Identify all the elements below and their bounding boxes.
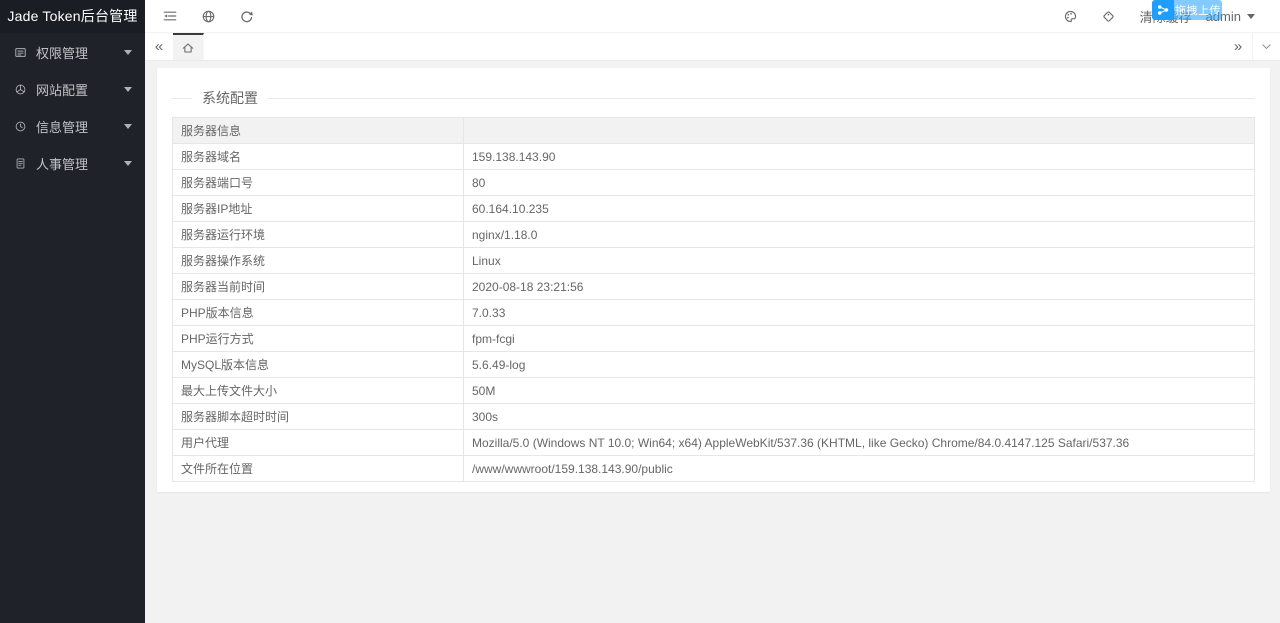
menu-fold-button[interactable] [151, 0, 189, 32]
sidebar-menu: 权限管理 网站配置 信息管理 人事管理 [0, 33, 145, 182]
config-value: 2020-08-18 23:21:56 [463, 273, 1255, 300]
table-row: PHP运行方式 fpm-fcgi [172, 325, 1255, 352]
table-row: 文件所在位置 /www/wwwroot/159.138.143.90/publi… [172, 455, 1255, 482]
table-row: MySQL版本信息 5.6.49-log [172, 351, 1255, 378]
drag-upload-label: 拖拽上传 [1174, 0, 1222, 20]
config-label: 服务器端口号 [172, 169, 464, 196]
config-label: 文件所在位置 [172, 455, 464, 482]
clock-icon [14, 120, 27, 133]
tag-button[interactable] [1090, 0, 1128, 32]
server-info-table: 服务器信息 服务器域名 159.138.143.90 服务器端口号 80 服务器… [172, 117, 1255, 482]
field-legend: 系统配置 [172, 88, 1255, 108]
config-value: Linux [463, 247, 1255, 274]
table-row: 服务器运行环境 nginx/1.18.0 [172, 221, 1255, 248]
config-value: fpm-fcgi [463, 325, 1255, 352]
sidebar-item-label: 权限管理 [36, 46, 89, 61]
config-label: 服务器当前时间 [172, 273, 464, 300]
sidebar: Jade Token后台管理 权限管理 网站配置 信息管理 人事管理 [0, 0, 145, 623]
theme-button[interactable] [1052, 0, 1090, 32]
config-value: 50M [463, 377, 1255, 404]
table-row: PHP版本信息 7.0.33 [172, 299, 1255, 326]
chevron-down-icon [124, 161, 132, 166]
chevron-down-icon [124, 87, 132, 92]
tag-icon [1103, 10, 1114, 22]
tabs-menu-button[interactable] [1252, 33, 1280, 60]
share-nodes-icon [1152, 0, 1174, 20]
config-table-body: 服务器信息 服务器域名 159.138.143.90 服务器端口号 80 服务器… [172, 117, 1255, 482]
config-value: 80 [463, 169, 1255, 196]
config-label: 用户代理 [172, 429, 464, 456]
table-row: 服务器端口号 80 [172, 169, 1255, 196]
config-label: MySQL版本信息 [172, 351, 464, 378]
top-toolbar: 清除缓存 admin 拖拽上传 [145, 0, 1280, 33]
document-icon [14, 157, 27, 170]
sidebar-item-label: 信息管理 [36, 120, 89, 135]
sidebar-item-label: 人事管理 [36, 157, 89, 172]
config-label: 服务器域名 [172, 143, 464, 170]
globe-button[interactable] [189, 0, 227, 32]
console-icon [14, 46, 27, 59]
refresh-icon [240, 10, 253, 22]
chevron-down-icon [1262, 44, 1271, 49]
legend-line-right [268, 97, 1255, 99]
config-value: /www/wwwroot/159.138.143.90/public [463, 455, 1255, 482]
sidebar-item-label: 网站配置 [36, 83, 89, 98]
drag-upload-widget[interactable]: 拖拽上传 [1152, 0, 1222, 20]
config-label: 服务器运行环境 [172, 221, 464, 248]
config-label: PHP版本信息 [172, 299, 464, 326]
config-label: 服务器IP地址 [172, 195, 464, 222]
chevron-down-icon [124, 124, 132, 129]
page-title: 系统配置 [202, 90, 258, 106]
table-row: 服务器脚本超时时间 300s [172, 403, 1255, 430]
table-row: 服务器域名 159.138.143.90 [172, 143, 1255, 170]
sidebar-item-info[interactable]: 信息管理 [0, 108, 145, 145]
system-config-card: 系统配置 服务器信息 服务器域名 159.138.143.90 服务器端口号 8… [157, 68, 1270, 492]
table-row: 服务器操作系统 Linux [172, 247, 1255, 274]
website-icon [14, 83, 27, 96]
tab-strip-spacer [204, 33, 1224, 60]
table-row: 用户代理 Mozilla/5.0 (Windows NT 10.0; Win64… [172, 429, 1255, 456]
content-area: 系统配置 服务器信息 服务器域名 159.138.143.90 服务器端口号 8… [145, 61, 1280, 623]
palette-icon [1065, 10, 1077, 22]
config-label: PHP运行方式 [172, 325, 464, 352]
table-section-row: 服务器信息 [172, 117, 1255, 144]
config-label: 最大上传文件大小 [172, 377, 464, 404]
config-value: 300s [463, 403, 1255, 430]
chevron-down-icon [1247, 13, 1255, 19]
globe-icon [202, 10, 214, 22]
config-value: nginx/1.18.0 [463, 221, 1255, 248]
config-label: 服务器操作系统 [172, 247, 464, 274]
sidebar-item-hr[interactable]: 人事管理 [0, 145, 145, 182]
config-label: 服务器脚本超时时间 [172, 403, 464, 430]
config-value: 60.164.10.235 [463, 195, 1255, 222]
table-row: 服务器当前时间 2020-08-18 23:21:56 [172, 273, 1255, 300]
table-section-header-spacer [463, 117, 1255, 144]
table-section-header: 服务器信息 [172, 117, 464, 144]
table-row: 最大上传文件大小 50M [172, 377, 1255, 404]
menu-fold-icon [163, 11, 177, 21]
config-value: 7.0.33 [463, 299, 1255, 326]
sidebar-item-permissions[interactable]: 权限管理 [0, 34, 145, 71]
sidebar-item-site-config[interactable]: 网站配置 [0, 71, 145, 108]
home-icon [182, 42, 194, 53]
tab-bar: « » [145, 33, 1280, 61]
config-value: 5.6.49-log [463, 351, 1255, 378]
config-value: 159.138.143.90 [463, 143, 1255, 170]
chevron-down-icon [124, 50, 132, 55]
config-value: Mozilla/5.0 (Windows NT 10.0; Win64; x64… [463, 429, 1255, 456]
app-title: Jade Token后台管理 [0, 0, 145, 33]
table-row: 服务器IP地址 60.164.10.235 [172, 195, 1255, 222]
legend-line-left [172, 97, 192, 99]
refresh-button[interactable] [227, 0, 265, 32]
tab-home[interactable] [173, 33, 204, 60]
main-area: 清除缓存 admin 拖拽上传 « [145, 0, 1280, 623]
tabs-scroll-left-button[interactable]: « [145, 33, 173, 60]
tabs-scroll-right-button[interactable]: » [1224, 33, 1252, 60]
